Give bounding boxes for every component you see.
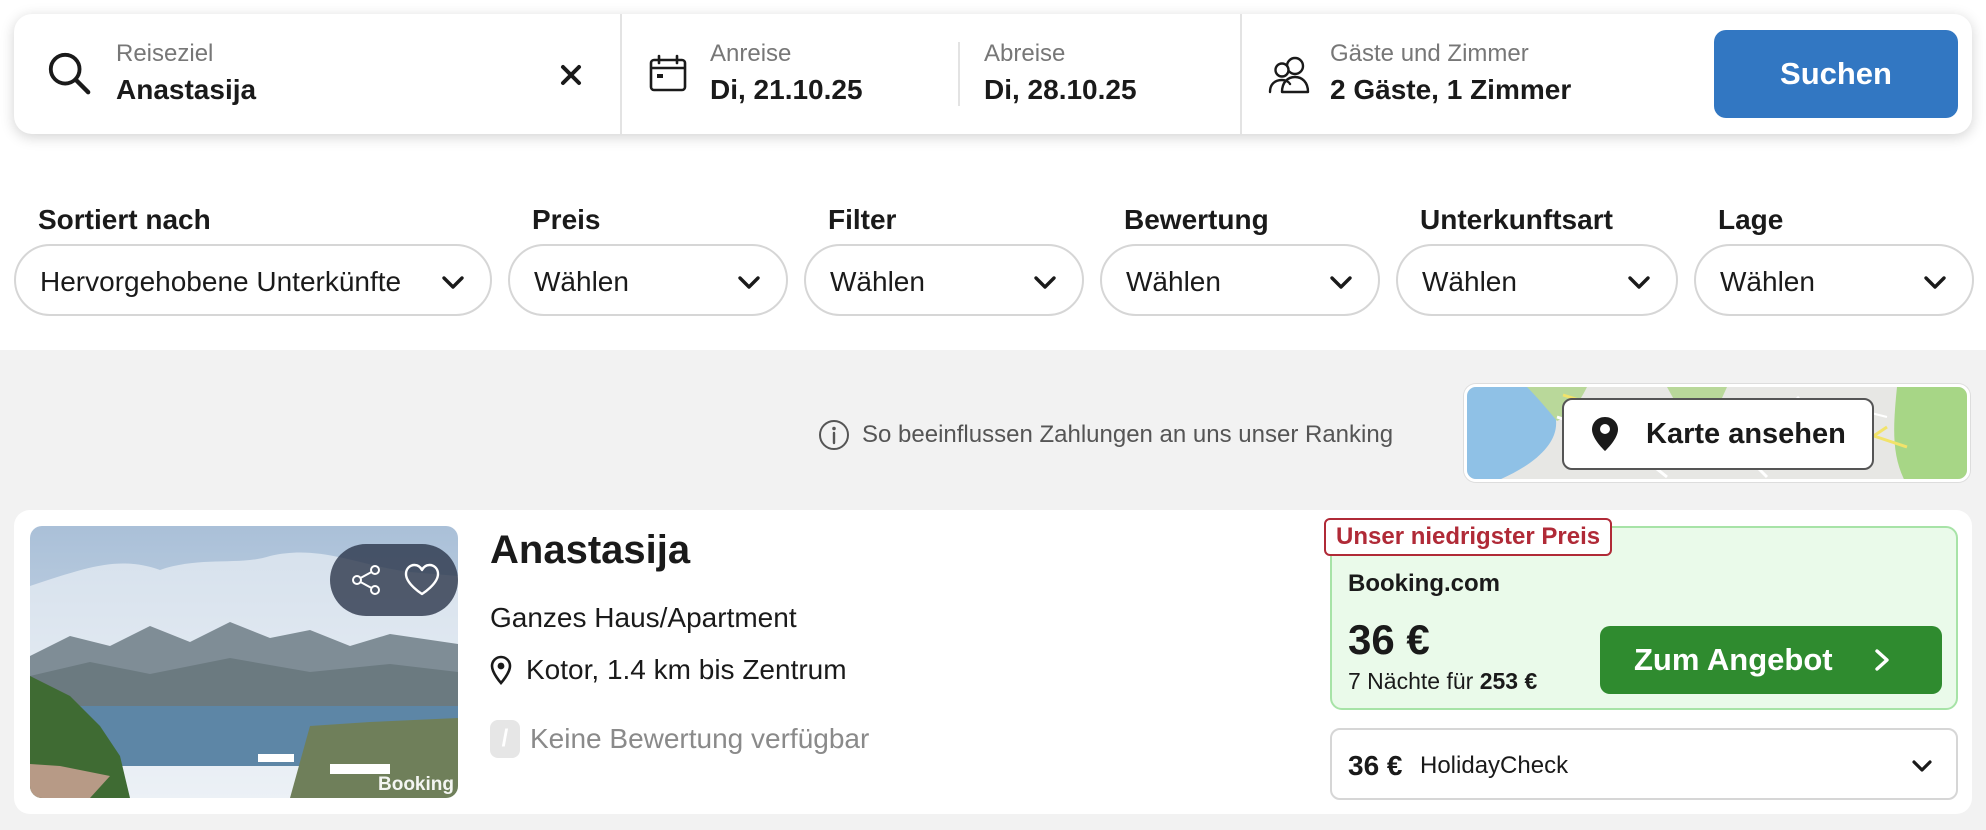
destination-field[interactable]: Reiseziel Anastasija — [14, 14, 624, 134]
filter-label: Lage — [1718, 204, 1784, 235]
location-select[interactable]: Wählen — [1694, 244, 1974, 316]
alt-price: 36 € — [1348, 750, 1403, 781]
hotel-name[interactable]: Anastasija — [490, 528, 690, 573]
checkout-field[interactable]: Abreise Di, 28.10.25 — [964, 14, 1254, 134]
guests-label: Gäste und Zimmer — [1330, 40, 1529, 67]
show-map-label: Karte ansehen — [1646, 417, 1846, 450]
divider — [958, 42, 960, 106]
rating-select[interactable]: Wählen — [1100, 244, 1380, 316]
checkout-value: Di, 28.10.25 — [984, 74, 1137, 105]
filter-value: Wählen — [534, 266, 629, 297]
chevron-down-icon — [442, 276, 464, 289]
info-icon — [819, 420, 849, 450]
divider — [1240, 14, 1242, 134]
filter-label: Unterkunftsart — [1420, 204, 1613, 235]
hotel-photo[interactable]: Booking — [30, 526, 458, 798]
hotel-rating: / Keine Bewertung verfügbar — [490, 720, 869, 758]
checkin-label: Anreise — [710, 40, 792, 67]
checkin-field[interactable]: Anreise Di, 21.10.25 — [634, 14, 964, 134]
nights-prefix: 7 Nächte für — [1348, 668, 1474, 694]
map-pin-icon — [1592, 417, 1618, 451]
ranking-info-link[interactable]: So beeinflussen Zahlungen an uns unser R… — [818, 418, 1393, 452]
to-offer-button[interactable]: Zum Angebot — [1600, 626, 1942, 694]
hotel-location: Kotor, 1.4 km bis Zentrum — [490, 654, 847, 686]
heart-icon[interactable] — [402, 560, 442, 600]
chevron-down-icon — [1924, 276, 1946, 289]
offer-button-label: Zum Angebot — [1634, 642, 1833, 677]
checkin-value: Di, 21.10.25 — [710, 74, 863, 105]
chevron-down-icon — [1912, 760, 1932, 772]
photo-actions — [330, 544, 458, 616]
location-pin-icon — [490, 655, 512, 685]
nights-total: 253 € — [1479, 668, 1538, 694]
guests-field[interactable]: Gäste und Zimmer 2 Gäste, 1 Zimmer — [1254, 14, 1694, 134]
location-text: Kotor, 1.4 km bis Zentrum — [526, 654, 847, 685]
checkout-label: Abreise — [984, 40, 1066, 67]
show-map-button[interactable]: Karte ansehen — [1562, 398, 1874, 470]
accommodation-type: Ganzes Haus/Apartment — [490, 602, 797, 633]
clear-icon[interactable] — [554, 58, 588, 92]
filter-label: Filter — [828, 204, 897, 235]
filter-value: Wählen — [1126, 266, 1221, 297]
destination-label: Reiseziel — [116, 40, 214, 67]
chevron-down-icon — [1628, 276, 1650, 289]
deal-price: 36 € — [1348, 616, 1430, 663]
rating-badge: / — [490, 720, 520, 758]
filter-value: Hervorgehobene Unterkünfte — [40, 266, 402, 297]
filter-select[interactable]: Wählen — [804, 244, 1084, 316]
deal-provider: Booking.com — [1348, 570, 1501, 597]
search-bar: Reiseziel Anastasija Anreise Di, 21.10.2… — [14, 14, 1972, 134]
destination-value[interactable]: Anastasija — [116, 74, 256, 106]
chevron-down-icon — [1330, 276, 1352, 289]
filter-label: Sortiert nach — [38, 204, 211, 235]
filter-label: Preis — [532, 204, 601, 235]
chevron-right-icon — [1875, 649, 1889, 671]
deal-nights: 7 Nächte für 253 € — [1348, 668, 1537, 695]
lowest-price-badge: Unser niedrigster Preis — [1324, 518, 1613, 556]
filter-value: Wählen — [1720, 266, 1815, 297]
search-button[interactable]: Suchen — [1714, 30, 1958, 118]
alternative-deal[interactable]: 36 € HolidayCheck — [1330, 728, 1958, 800]
filter-value: Wählen — [830, 266, 925, 297]
divider — [620, 14, 622, 134]
guests-value: 2 Gäste, 1 Zimmer — [1330, 74, 1572, 105]
chevron-down-icon — [738, 276, 760, 289]
sort-select[interactable]: Hervorgehobene Unterkünfte — [14, 244, 492, 316]
ranking-info-text: So beeinflussen Zahlungen an uns unser R… — [862, 421, 1394, 448]
filter-label: Bewertung — [1124, 204, 1269, 235]
chevron-down-icon — [1034, 276, 1056, 289]
photo-watermark: Booking — [378, 774, 454, 795]
alt-provider: HolidayCheck — [1420, 752, 1569, 779]
filter-value: Wählen — [1422, 266, 1517, 297]
share-icon[interactable] — [348, 562, 384, 598]
rating-text: Keine Bewertung verfügbar — [530, 723, 870, 754]
accommodation-type-select[interactable]: Wählen — [1396, 244, 1678, 316]
result-card: Booking Anastasija Ganzes Haus/Apartment… — [14, 510, 1972, 814]
price-select[interactable]: Wählen — [508, 244, 788, 316]
